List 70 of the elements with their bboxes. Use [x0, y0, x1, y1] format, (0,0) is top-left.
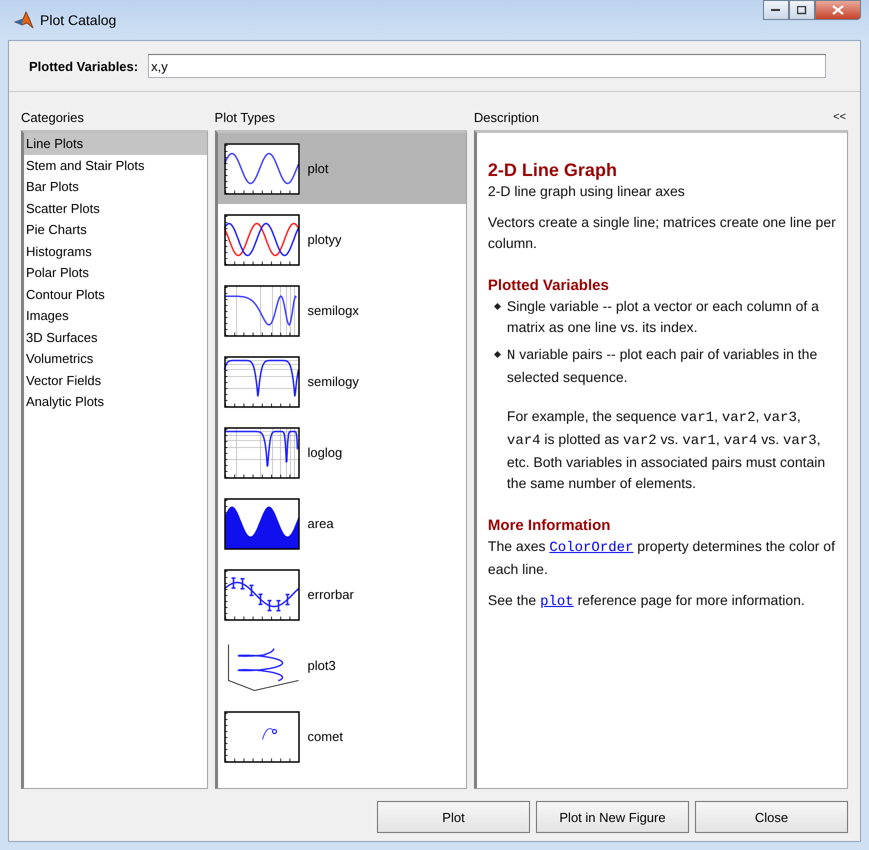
column-heading: Categories [21, 110, 84, 124]
plot-type-label: comet [308, 729, 343, 744]
category-item[interactable]: Analytic Plots [24, 391, 207, 412]
plot-type-label: plotyy [308, 232, 342, 247]
two-sine-waves-plot-icon [224, 214, 300, 266]
category-item[interactable]: 3D Surfaces [24, 326, 207, 348]
plotted-variables-field[interactable]: x,y [148, 54, 826, 78]
dialog-button[interactable]: Close [695, 801, 848, 833]
category-item[interactable]: Polar Plots [24, 262, 207, 284]
section-heading: Plotted Variables [488, 276, 610, 296]
semilog-x-plot-icon [224, 284, 300, 336]
plot-type-label: plot3 [308, 658, 336, 673]
window-title: Plot Catalog [40, 12, 116, 28]
column-heading: Description [474, 110, 539, 124]
plot-type-item[interactable]: loglog [218, 417, 466, 488]
plot-type-item[interactable]: area [218, 488, 466, 559]
plot-type-item[interactable]: plotyy [218, 204, 466, 275]
category-item[interactable]: Line Plots [24, 133, 207, 154]
comet-trace-plot-icon [224, 710, 300, 762]
category-item[interactable]: Volumetrics [24, 348, 207, 370]
plot-type-label: area [308, 516, 334, 531]
plot-type-label: semilogx [308, 303, 359, 318]
plot-type-item[interactable]: errorbar [218, 559, 466, 630]
plot-type-label: errorbar [308, 587, 354, 602]
category-item[interactable]: Scatter Plots [24, 198, 207, 219]
plot-type-label: plot [308, 161, 329, 176]
category-item[interactable]: Contour Plots [24, 284, 207, 305]
bullet-text: Single variable -- plot a vector or each column of a matrix as one line vs. its index. [506, 297, 820, 337]
description-title: 2-D Line Graph [488, 159, 618, 181]
plot-type-label: semilogy [308, 374, 359, 389]
filled-area-plot-icon [224, 498, 300, 550]
category-item[interactable]: Stem and Stair Plots [24, 154, 207, 176]
category-item[interactable]: Pie Charts [24, 219, 207, 240]
plot-type-item[interactable]: plot3 [218, 630, 466, 701]
close-window-button[interactable] [815, 0, 861, 20]
sine-wave-plot-icon [224, 142, 300, 194]
minimize-button[interactable] [763, 0, 789, 20]
maximize-button[interactable] [789, 0, 815, 20]
bullet-text: N variable pairs -- plot each pair of variables in the selected sequence. [506, 345, 818, 387]
minimize-icon [771, 8, 781, 12]
reference-link[interactable]: ColorOrder [549, 540, 634, 556]
bullet-icon [494, 303, 501, 310]
semilog-y-plot-icon [224, 356, 300, 408]
field-label: Plotted Variables: [29, 58, 138, 74]
category-item[interactable]: Histograms [24, 240, 207, 262]
column-heading: Plot Types [214, 110, 276, 124]
description-subtitle: 2-D line graph using linear axes [488, 182, 686, 201]
category-item[interactable]: Bar Plots [24, 176, 207, 198]
description-text: For example, the sequence var1, var2, var3, var4 is plotted as var2 vs. var1, var4 vs. var3, etc. Both variables in associated pairs must contain the same number of elements. [506, 407, 826, 493]
plot-type-item[interactable]: plot [218, 133, 466, 204]
category-item[interactable]: Vector Fields [24, 370, 207, 391]
bullet-icon [494, 351, 501, 358]
reference-link[interactable]: plot [540, 594, 574, 610]
collapse-toggle[interactable]: << [833, 111, 846, 123]
category-item[interactable]: Images [24, 305, 207, 326]
plot-type-label: loglog [308, 445, 342, 460]
maximize-icon [797, 6, 807, 14]
log-log-plot-icon [224, 426, 300, 478]
section-heading: More Information [488, 516, 612, 536]
description-text: See the plot reference page for more information. [488, 591, 806, 612]
plot-type-item[interactable]: semilogx [218, 275, 466, 346]
dialog-button[interactable]: Plot [377, 801, 530, 833]
app-logo-icon [14, 11, 34, 29]
description-text: The axes ColorOrder property determines the color of each line. [488, 537, 836, 579]
error-bar-plot-icon [224, 568, 300, 620]
plot-type-item[interactable]: semilogy [218, 346, 466, 417]
close-icon [832, 5, 844, 15]
description-text: Vectors create a single line; matrices create one line per column. [488, 213, 837, 253]
dialog-button[interactable]: Plot in New Figure [536, 801, 689, 833]
plot-type-item[interactable]: comet [218, 701, 466, 772]
